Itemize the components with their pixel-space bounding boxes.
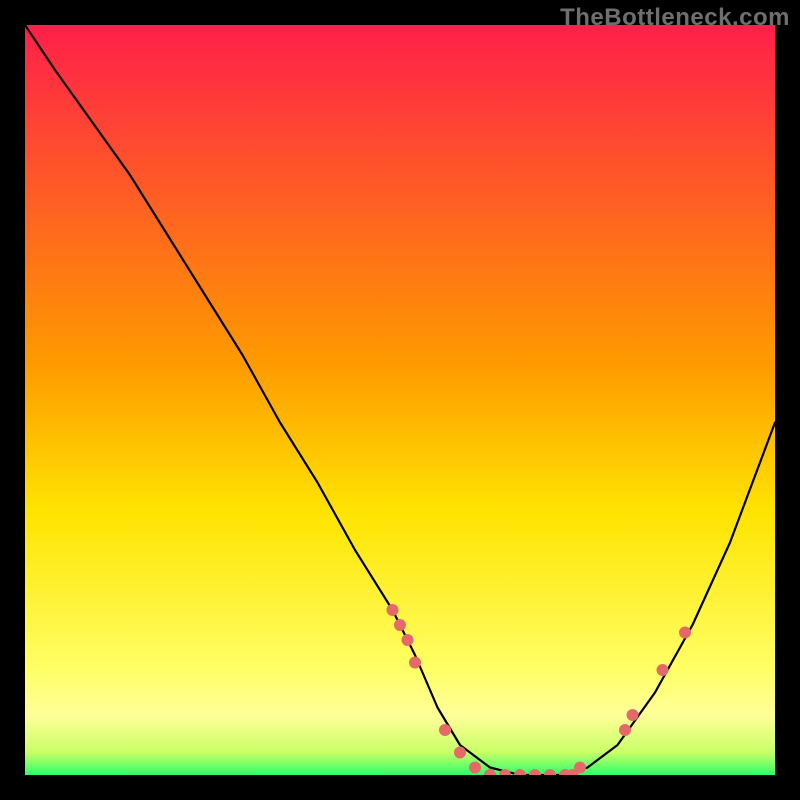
chart-frame: TheBottleneck.com	[0, 0, 800, 800]
marker-dot	[679, 627, 691, 639]
marker-dot	[627, 709, 639, 721]
marker-dot	[439, 724, 451, 736]
plot-area	[25, 25, 775, 775]
marker-dot	[402, 634, 414, 646]
bottleneck-curve-chart	[25, 25, 775, 775]
marker-dot	[394, 619, 406, 631]
marker-dot	[454, 747, 466, 759]
marker-dot	[387, 604, 399, 616]
watermark-text: TheBottleneck.com	[560, 4, 790, 32]
marker-dot	[574, 762, 586, 774]
marker-dot	[657, 664, 669, 676]
marker-dot	[469, 762, 481, 774]
gradient-background	[25, 25, 775, 775]
marker-dot	[409, 657, 421, 669]
marker-dot	[619, 724, 631, 736]
